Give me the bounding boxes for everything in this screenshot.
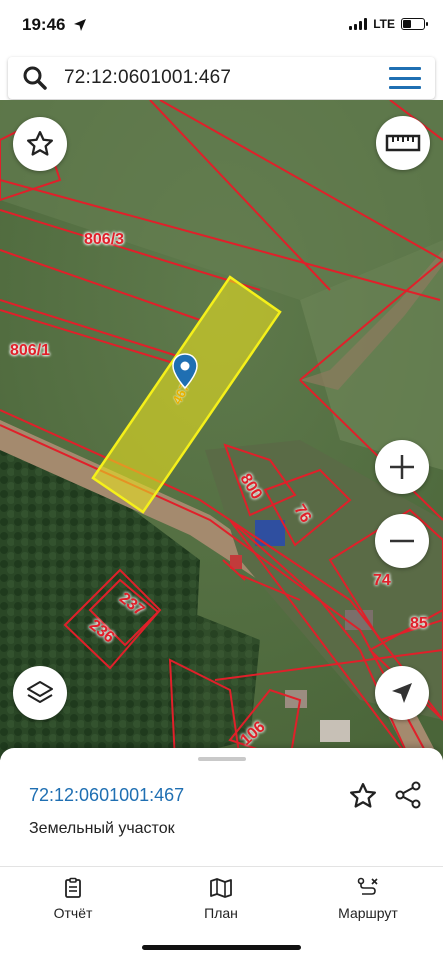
tab-report-label: Отчёт (53, 905, 93, 921)
search-icon[interactable] (22, 65, 48, 91)
parcel-cadastral-number[interactable]: 72:12:0601001:467 (29, 785, 184, 806)
network-label: LTE (373, 17, 395, 31)
locate-arrow-icon (392, 683, 412, 703)
star-icon[interactable] (348, 781, 378, 816)
report-icon (65, 877, 81, 898)
tab-plan-label: План (204, 905, 238, 921)
battery-icon (401, 18, 428, 30)
parcel-label-74: 74 (373, 572, 391, 589)
ruler-icon (385, 134, 421, 152)
location-arrow-icon (73, 18, 87, 37)
status-bar: 19:46 LTE (0, 0, 443, 52)
zoom-out-button[interactable] (375, 514, 429, 568)
status-indicators: LTE (349, 17, 428, 31)
tab-plan[interactable]: План (166, 877, 276, 921)
route-icon (357, 877, 378, 895)
parcel-label-806-3: 806/3 (84, 231, 125, 248)
favorite-star-button[interactable] (13, 117, 67, 171)
ruler-button[interactable] (376, 116, 430, 170)
home-indicator[interactable] (142, 945, 301, 950)
layers-icon (27, 681, 53, 703)
search-bar (8, 57, 435, 99)
tab-report[interactable]: Отчёт (18, 877, 128, 921)
zoom-in-button[interactable] (375, 440, 429, 494)
map-plan-icon (210, 878, 232, 898)
status-time: 19:46 (22, 15, 66, 34)
parcel-label-806-1: 806/1 (10, 342, 51, 359)
cadastral-map[interactable]: 806/3 806/1 467 800 76 74 85 237 236 106 (0, 100, 443, 760)
location-marker-icon (172, 353, 198, 389)
parcel-info-card[interactable]: 72:12:0601001:467 Земельный участок (0, 748, 443, 866)
tab-route[interactable]: Маршрут (313, 877, 423, 921)
share-icon[interactable] (393, 780, 423, 815)
layers-button[interactable] (13, 666, 67, 720)
signal-icon (349, 18, 368, 30)
tab-route-label: Маршрут (338, 905, 398, 921)
search-input[interactable] (62, 66, 389, 90)
favorite-star-icon (27, 131, 53, 156)
locate-button[interactable] (375, 666, 429, 720)
zoom-out-icon (390, 539, 414, 543)
card-drag-handle[interactable] (198, 757, 246, 761)
satellite-map-canvas[interactable] (0, 100, 443, 760)
parcel-label-85: 85 (410, 615, 428, 632)
menu-icon[interactable] (389, 67, 421, 89)
parcel-type: Земельный участок (29, 820, 175, 837)
zoom-in-icon (390, 455, 414, 479)
